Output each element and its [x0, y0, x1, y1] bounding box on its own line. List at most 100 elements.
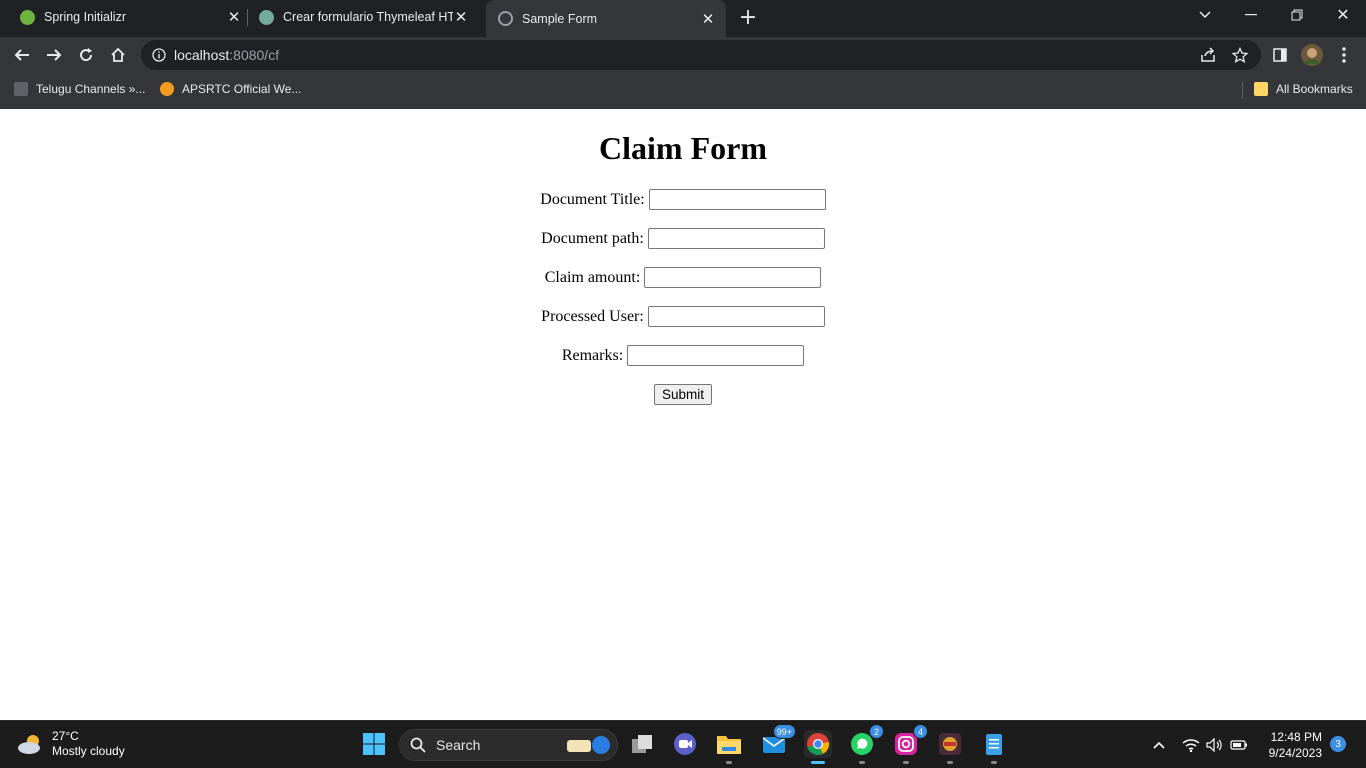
site-info-icon[interactable]: [148, 44, 170, 66]
form-row-remarks: Remarks:: [0, 345, 1366, 366]
tab-search-chevron-icon[interactable]: [1194, 4, 1216, 26]
url-host: localhost: [174, 47, 230, 63]
address-bar[interactable]: localhost:8080/cf: [141, 40, 1261, 70]
game-app-icon[interactable]: [936, 730, 964, 764]
menu-kebab-icon[interactable]: [1333, 44, 1355, 66]
close-tab-icon[interactable]: ✕: [453, 9, 469, 26]
chatgpt-icon: [259, 9, 274, 25]
restore-window-icon[interactable]: [1286, 4, 1308, 26]
browser-tab-strip: Spring Initializr ✕ Crear formulario Thy…: [0, 0, 1366, 37]
running-indicator: [991, 761, 997, 764]
close-window-icon[interactable]: ✕: [1332, 3, 1354, 25]
running-indicator: [859, 761, 865, 764]
search-highlight-icon: [567, 736, 610, 754]
notification-badge[interactable]: 3: [1330, 736, 1346, 752]
reload-icon[interactable]: [75, 44, 97, 66]
running-indicator: [947, 761, 953, 764]
submit-row: Submit: [0, 384, 1366, 405]
bookmark-telugu-channels[interactable]: Telugu Channels »...: [14, 82, 145, 96]
volume-icon[interactable]: [1204, 734, 1226, 756]
instagram-badge: 4: [913, 724, 928, 739]
folder-icon: [1254, 82, 1268, 96]
form-row-document-title: Document Title:: [0, 189, 1366, 210]
instagram-icon[interactable]: 4: [892, 724, 928, 764]
file-explorer-icon[interactable]: [715, 730, 743, 764]
page-content: Claim Form Document Title: Document path…: [0, 109, 1366, 720]
document-path-input[interactable]: [647, 228, 825, 249]
show-hidden-icons-chevron[interactable]: [1148, 734, 1170, 756]
form-row-claim-amount: Claim amount:: [0, 267, 1366, 288]
processed-user-label: Processed User:: [541, 307, 644, 325]
tab-sample-form[interactable]: Sample Form ✕: [486, 0, 726, 37]
claim-amount-input[interactable]: [644, 267, 822, 288]
whatsapp-icon[interactable]: 2: [848, 724, 884, 764]
browser-toolbar: localhost:8080/cf: [0, 37, 1366, 72]
minimize-window-icon[interactable]: [1240, 4, 1262, 26]
running-indicator: [726, 761, 732, 764]
home-icon[interactable]: [107, 44, 129, 66]
document-path-label: Document path:: [541, 229, 644, 247]
start-button[interactable]: [360, 730, 388, 758]
weather-description: Mostly cloudy: [52, 744, 125, 758]
document-title-input[interactable]: [648, 189, 826, 210]
chrome-icon[interactable]: [804, 730, 832, 764]
bookmark-label: APSRTC Official We...: [182, 82, 302, 96]
all-bookmarks-button[interactable]: All Bookmarks: [1254, 82, 1353, 96]
tab-title: Sample Form: [522, 11, 598, 26]
notepad-icon[interactable]: [980, 730, 1008, 764]
bookmark-label: Telugu Channels »...: [36, 82, 146, 96]
taskbar-search[interactable]: Search: [399, 729, 618, 761]
claim-amount-label: Claim amount:: [544, 268, 641, 286]
close-tab-icon[interactable]: ✕: [226, 9, 242, 26]
document-title-label: Document Title:: [540, 190, 645, 208]
bookmark-apsrtc[interactable]: APSRTC Official We...: [160, 82, 301, 96]
processed-user-input[interactable]: [647, 306, 825, 327]
url-path: :8080/cf: [229, 47, 280, 63]
url-text: localhost:8080/cf: [174, 47, 279, 63]
apsrtc-logo-icon: [160, 82, 174, 96]
submit-button[interactable]: Submit: [653, 384, 713, 405]
share-icon[interactable]: [1197, 44, 1219, 66]
windows-logo-icon: [363, 733, 385, 755]
teams-meet-icon[interactable]: [671, 730, 699, 758]
side-panel-icon[interactable]: [1269, 44, 1291, 66]
search-icon: [410, 737, 426, 753]
back-icon[interactable]: [11, 44, 33, 66]
weather-widget[interactable]: 27°C Mostly cloudy: [16, 729, 125, 759]
bookmarks-separator: [1242, 82, 1243, 99]
mail-badge: 99+: [772, 724, 796, 739]
weather-temperature: 27°C: [52, 729, 79, 743]
bookmarks-bar: Telugu Channels »... APSRTC Official We.…: [0, 72, 1366, 109]
task-view-icon[interactable]: [628, 730, 656, 758]
battery-icon[interactable]: [1228, 734, 1250, 756]
close-tab-icon[interactable]: ✕: [700, 11, 716, 28]
spring-leaf-icon: [20, 9, 35, 25]
tv-icon: [14, 82, 28, 96]
cloudy-weather-icon: [18, 735, 40, 754]
tab-crear-formulario[interactable]: Crear formulario Thymeleaf HTML ✕: [259, 0, 481, 34]
clock-time: 12:48 PM: [1270, 730, 1322, 744]
search-label: Search: [436, 737, 481, 753]
new-tab-icon[interactable]: +: [737, 5, 759, 30]
globe-icon: [498, 11, 513, 26]
form-row-processed-user: Processed User:: [0, 306, 1366, 327]
forward-icon[interactable]: [43, 44, 65, 66]
tab-title: Crear formulario Thymeleaf HTML: [283, 10, 453, 24]
remarks-input[interactable]: [627, 345, 805, 366]
remarks-label: Remarks:: [561, 346, 624, 364]
form-row-document-path: Document path:: [0, 228, 1366, 249]
mail-icon[interactable]: 99+: [760, 724, 796, 758]
whatsapp-badge: 2: [869, 724, 884, 739]
profile-avatar[interactable]: [1301, 44, 1323, 66]
tab-separator: [247, 9, 248, 26]
clock-date: 9/24/2023: [1268, 746, 1322, 760]
page-title: Claim Form: [599, 130, 767, 166]
tab-title: Spring Initializr: [44, 10, 126, 24]
bookmark-star-icon[interactable]: [1229, 44, 1251, 66]
active-running-indicator: [811, 761, 825, 764]
system-clock[interactable]: 12:48 PM 9/24/2023: [1262, 729, 1322, 761]
tab-spring-initializr[interactable]: Spring Initializr ✕: [20, 0, 242, 34]
running-indicator: [903, 761, 909, 764]
wifi-icon[interactable]: [1180, 734, 1202, 756]
windows-taskbar: 27°C Mostly cloudy Search 99+ 2 4 12:48 …: [0, 720, 1366, 768]
